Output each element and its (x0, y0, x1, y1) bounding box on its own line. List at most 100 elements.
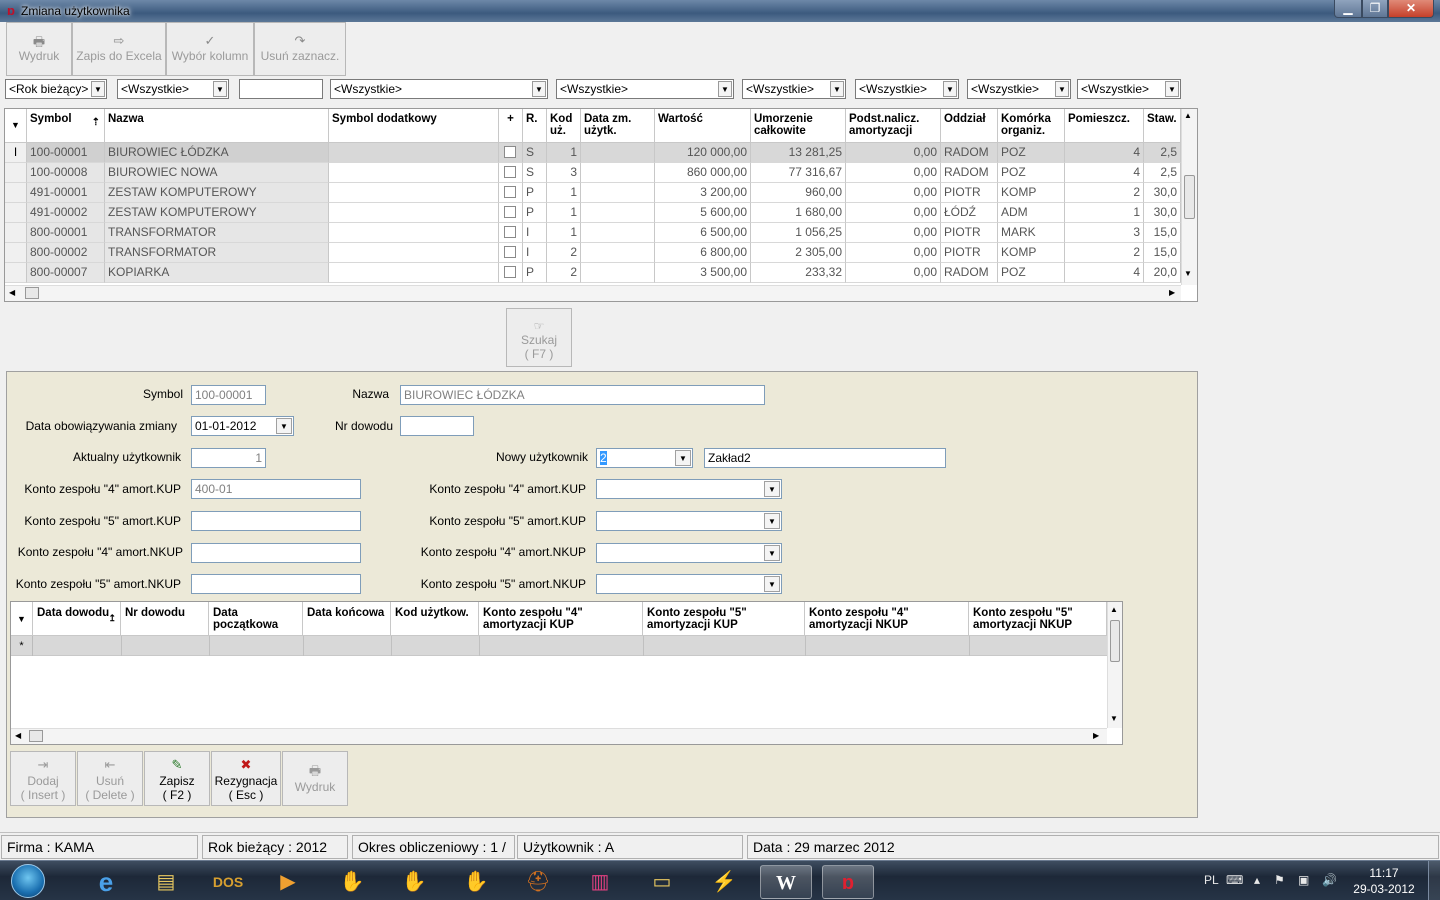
delete-button[interactable]: ⇤ Usuń ( Delete ) (77, 751, 143, 806)
print-toolbar-button[interactable]: 🖶 Wydruk (6, 22, 72, 76)
maximize-button[interactable]: ❐ (1362, 0, 1388, 18)
app-hand-icon[interactable]: ✋ (450, 865, 502, 899)
table-cell[interactable]: KOMP (998, 183, 1065, 203)
table-cell[interactable]: RADOM (941, 163, 998, 183)
table-cell[interactable]: 860 000,00 (655, 163, 751, 183)
scroll-left-icon[interactable]: ◀ (9, 288, 15, 297)
row-selector[interactable] (5, 163, 27, 183)
h-scrollbar-thumb[interactable] (25, 287, 39, 299)
row-checkbox[interactable] (504, 206, 516, 218)
filter-5[interactable]: <Wszystkie> ▼ (556, 79, 734, 99)
row-selector[interactable]: I (5, 143, 27, 163)
nazwa-field[interactable]: BIUROWIEC ŁÓDZKA (400, 385, 765, 405)
clear-selection-button[interactable]: ↷ Usuń zaznacz. (254, 22, 346, 76)
table-row[interactable]: 800-00007 KOPIARKA P 2 3 500,00 233,32 0,00 RAD… (5, 263, 1181, 283)
clock[interactable]: 11:17 29-03-2012 (1344, 865, 1424, 897)
row-checkbox-cell[interactable] (499, 223, 523, 243)
chevron-down-icon[interactable]: ▼ (718, 81, 732, 97)
table-cell[interactable]: 2,5 (1144, 143, 1181, 163)
table-cell[interactable]: 13 281,25 (751, 143, 846, 163)
lightning-app-icon[interactable]: ⚡ (698, 865, 750, 899)
col-symbol-header[interactable]: Symbol ⇡ (27, 109, 105, 143)
filter-6[interactable]: <Wszystkie> ▼ (742, 79, 846, 99)
konto5-kup-field[interactable] (191, 511, 361, 531)
filter-7[interactable]: <Wszystkie> ▼ (855, 79, 959, 99)
table-cell[interactable] (329, 203, 499, 223)
row-checkbox[interactable] (504, 186, 516, 198)
col-data-poczatkowa-header[interactable]: Data początkowa (209, 602, 303, 636)
table-cell[interactable]: 2 305,00 (751, 243, 846, 263)
nowy-uzytkownik-select[interactable]: 2 ▼ (596, 448, 693, 468)
change-history-grid[interactable]: ▼ Data dowodu ↥ Nr dowodu Data początkowa… (10, 601, 1123, 745)
table-cell[interactable]: PIOTR (941, 223, 998, 243)
col-pomieszcz-header[interactable]: Pomieszcz. (1065, 109, 1144, 143)
chevron-down-icon[interactable]: ▼ (764, 545, 780, 561)
new-record-row[interactable]: * (11, 636, 1107, 656)
app-hand-icon[interactable]: ✋ (388, 865, 440, 899)
table-row[interactable]: 491-00001 ZESTAW KOMPUTEROWY P 1 3 200,00 960… (5, 183, 1181, 203)
helmet-app-icon[interactable]: ⛑ (512, 865, 564, 899)
chevron-down-icon[interactable]: ▼ (276, 418, 292, 434)
h-scrollbar-thumb[interactable] (29, 730, 43, 742)
table-cell[interactable]: 2 (1065, 243, 1144, 263)
table-cell[interactable]: 4 (1065, 143, 1144, 163)
table-cell[interactable]: 3 (1065, 223, 1144, 243)
table-cell[interactable]: POZ (998, 263, 1065, 283)
grid-horizontal-scrollbar[interactable]: ◀ ▶ (5, 285, 1181, 301)
scroll-down-icon[interactable]: ▼ (1184, 269, 1192, 278)
table-cell[interactable]: 20,0 (1144, 263, 1181, 283)
nowe-konto4-kup-select[interactable]: ▼ (596, 479, 782, 499)
export-excel-button[interactable]: ⇨ Zapis do Excela (72, 22, 166, 76)
col-kod-uzytkow-header[interactable]: Kod użytkow. (391, 602, 479, 636)
assets-grid[interactable]: ▼ Symbol ⇡ Nazwa Symbol dodatkowy + R. Ko… (4, 108, 1198, 302)
table-cell[interactable]: 1 (547, 203, 581, 223)
table-cell[interactable]: P (523, 203, 547, 223)
col-konto4-kup-header[interactable]: Konto zespołu "4" amortyzacji KUP (479, 602, 643, 636)
col-data-zm-header[interactable]: Data zm. użytk. (581, 109, 655, 143)
table-cell[interactable] (329, 263, 499, 283)
close-button[interactable]: ✕ (1388, 0, 1434, 18)
table-cell[interactable] (329, 143, 499, 163)
table-cell[interactable]: TRANSFORMATOR (105, 243, 329, 263)
table-cell[interactable]: 30,0 (1144, 203, 1181, 223)
word-icon[interactable]: W (760, 865, 812, 899)
scroll-down-icon[interactable]: ▼ (1110, 714, 1118, 723)
add-button[interactable]: ⇥ Dodaj ( Insert ) (10, 751, 76, 806)
table-cell[interactable]: 491-00001 (27, 183, 105, 203)
col-podst-header[interactable]: Podst.nalicz. amortyzacji (846, 109, 941, 143)
table-cell[interactable]: 30,0 (1144, 183, 1181, 203)
scroll-right-icon[interactable]: ▶ (1169, 288, 1175, 297)
table-cell[interactable]: S (523, 163, 547, 183)
table-cell[interactable]: ŁÓDŹ (941, 203, 998, 223)
col-plus-header[interactable]: + (499, 109, 523, 143)
table-cell[interactable]: 0,00 (846, 223, 941, 243)
grid-menu-chevron-icon[interactable]: ▼ (5, 109, 27, 143)
nowe-konto4-nkup-select[interactable]: ▼ (596, 543, 782, 563)
table-cell[interactable]: 2,5 (1144, 163, 1181, 183)
language-indicator[interactable]: PL (1204, 873, 1219, 887)
chevron-down-icon[interactable]: ▼ (830, 81, 844, 97)
table-cell[interactable] (581, 143, 655, 163)
symbol-field[interactable]: 100-00001 (191, 385, 266, 405)
chevron-down-icon[interactable]: ▼ (532, 81, 546, 97)
col-konto4-nkup-header[interactable]: Konto zespołu "4" amortyzacji NKUP (805, 602, 969, 636)
table-cell[interactable]: 77 316,67 (751, 163, 846, 183)
col-data-koncowa-header[interactable]: Data końcowa (303, 602, 391, 636)
row-checkbox[interactable] (504, 266, 516, 278)
grid2-horizontal-scrollbar[interactable]: ◀ ▶ (11, 728, 1107, 744)
cancel-button[interactable]: ✖ Rezygnacja ( Esc ) (211, 751, 281, 806)
column-select-button[interactable]: ✓ Wybór kolumn (166, 22, 254, 76)
data-obowiazywania-picker[interactable]: 01-01-2012 ▼ (191, 416, 294, 436)
grid2-vertical-scrollbar[interactable]: ▲ ▼ (1107, 602, 1122, 728)
table-row[interactable]: I 100-00001 BIUROWIEC ŁÓDZKA S 1 120 000,00 13… (5, 143, 1181, 163)
internet-explorer-icon[interactable]: e (80, 865, 132, 899)
konto4-nkup-field[interactable] (191, 543, 361, 563)
nowe-konto5-kup-select[interactable]: ▼ (596, 511, 782, 531)
table-cell[interactable]: ADM (998, 203, 1065, 223)
table-cell[interactable]: 800-00007 (27, 263, 105, 283)
col-oddzial-header[interactable]: Oddział (941, 109, 998, 143)
row-checkbox-cell[interactable] (499, 243, 523, 263)
file-explorer-icon[interactable]: ▤ (140, 865, 192, 899)
tray-expand-icon[interactable]: ▴ (1254, 873, 1260, 887)
col-kod-header[interactable]: Kod uż. (547, 109, 581, 143)
